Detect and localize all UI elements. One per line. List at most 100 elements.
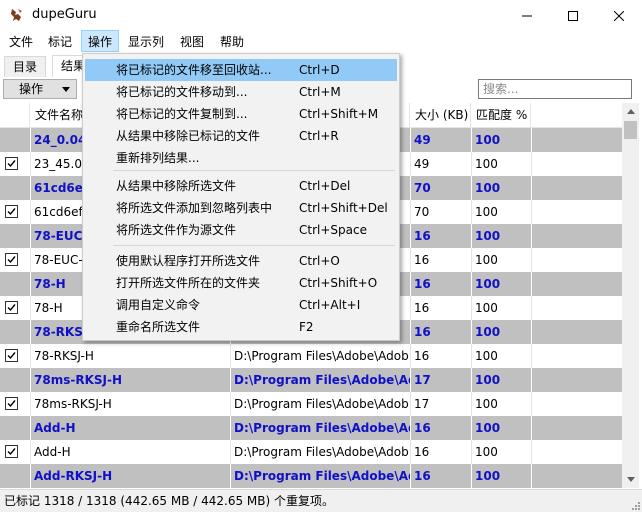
menu-item-1-1[interactable]: 将所选文件添加到忽略列表中 Ctrl+Shift+Del <box>85 197 397 219</box>
maximize-button[interactable] <box>550 0 596 31</box>
menu-item-shortcut: Ctrl+Shift+M <box>299 107 379 121</box>
menu-item-0-4[interactable]: 重新排列结果... <box>85 147 397 169</box>
row-checkbox[interactable] <box>5 397 18 410</box>
menu-item-0-3[interactable]: 从结果中移除已标记的文件 Ctrl+R <box>85 125 397 147</box>
column-divider <box>30 128 31 152</box>
menu-item-1-2[interactable]: 将所选文件作为源文件 Ctrl+Space <box>85 219 397 241</box>
column-divider <box>410 272 411 296</box>
column-divider <box>30 272 31 296</box>
table-row-reference[interactable]: Add-H D:\Program Files\Adobe\Ado... 16 100 <box>0 416 622 440</box>
cell-size: 70 <box>414 205 430 219</box>
cell-match: 100 <box>475 181 501 195</box>
menu-mark[interactable]: 标记 <box>42 31 78 53</box>
menu-item-label: 将已标记的文件移动到... <box>116 85 248 99</box>
column-divider <box>230 368 231 392</box>
cell-size: 16 <box>414 349 430 363</box>
cell-match: 100 <box>475 277 501 291</box>
table-row[interactable]: 78-RKSJ-H D:\Program Files\Adobe\Adob... 1… <box>0 344 622 368</box>
column-divider <box>471 416 472 440</box>
table-row[interactable]: Add-H D:\Program Files\Adobe\Adob... 16 100 <box>0 440 622 464</box>
row-checkbox[interactable] <box>5 301 18 314</box>
search-input[interactable]: 搜索... <box>478 79 632 99</box>
column-divider <box>531 128 532 152</box>
menu-item-shortcut: Ctrl+D <box>299 63 340 77</box>
menu-item-1-0[interactable]: 从结果中移除所选文件 Ctrl+Del <box>85 175 397 197</box>
menu-item-0-1[interactable]: 将已标记的文件移动到... Ctrl+M <box>85 81 397 103</box>
menu-item-label: 使用默认程序打开所选文件 <box>116 254 261 268</box>
actions-menu: 将已标记的文件移至回收站... Ctrl+D 将已标记的文件移动到... Ctrl+M… <box>82 53 400 341</box>
row-checkbox[interactable] <box>5 349 18 362</box>
column-divider <box>410 464 411 488</box>
actions-dropdown-button[interactable]: 操作 <box>3 79 77 99</box>
menu-item-label: 从结果中移除所选文件 <box>116 179 237 193</box>
cell-match: 100 <box>475 157 498 171</box>
column-divider <box>471 440 472 464</box>
minimize-button[interactable] <box>504 0 550 31</box>
menu-item-0-2[interactable]: 将已标记的文件复制到... Ctrl+Shift+M <box>85 103 397 125</box>
scrollbar-thumb[interactable] <box>624 121 637 139</box>
column-divider <box>30 440 31 464</box>
cell-size: 16 <box>414 253 430 267</box>
cell-size: 16 <box>414 445 430 459</box>
header-checkbox-col <box>0 103 30 127</box>
size-grip-icon[interactable] <box>630 500 640 510</box>
row-checkbox[interactable] <box>5 445 18 458</box>
column-divider <box>531 272 532 296</box>
tab-directories[interactable]: 目录 <box>4 56 47 77</box>
cell-match: 100 <box>475 397 498 411</box>
menu-item-shortcut: Ctrl+Del <box>299 179 351 193</box>
column-divider <box>531 152 532 176</box>
menu-bar: 文件 标记 操作 显示列 视图 帮助 <box>0 30 642 53</box>
menu-actions[interactable]: 操作 <box>81 30 120 52</box>
column-divider <box>30 176 31 200</box>
cell-match: 100 <box>475 469 501 483</box>
column-divider <box>471 272 472 296</box>
menu-help[interactable]: 帮助 <box>214 31 250 53</box>
menu-item-2-3[interactable]: 重命名所选文件 F2 <box>85 316 397 338</box>
cell-size: 16 <box>414 301 430 315</box>
menu-item-2-2[interactable]: 调用自定义命令 Ctrl+Alt+I <box>85 294 397 316</box>
cell-size: 16 <box>414 325 431 339</box>
column-divider <box>531 200 532 224</box>
close-button[interactable] <box>596 0 642 31</box>
status-bar: 已标记 1318 / 1318 (442.65 MB / 442.65 MB) … <box>0 489 642 512</box>
menu-item-shortcut: Ctrl+Shift+O <box>299 276 378 290</box>
scroll-up-icon[interactable] <box>622 103 639 120</box>
column-divider <box>531 296 532 320</box>
cell-filename: 78-RKSJ-H <box>34 349 94 363</box>
column-divider <box>471 152 472 176</box>
row-checkbox[interactable] <box>5 205 18 218</box>
cell-match: 100 <box>475 349 498 363</box>
cell-filename: 78ms-RKSJ-H <box>34 373 122 387</box>
actions-button-label: 操作 <box>19 82 44 96</box>
menu-item-shortcut: Ctrl+Alt+I <box>299 298 361 312</box>
scroll-down-icon[interactable] <box>622 471 639 488</box>
column-divider <box>471 200 472 224</box>
cell-match: 100 <box>475 229 501 243</box>
column-divider <box>531 440 532 464</box>
close-icon <box>614 10 624 21</box>
column-divider <box>410 128 411 152</box>
column-divider <box>30 344 31 368</box>
menu-view[interactable]: 视图 <box>174 31 210 53</box>
header-match[interactable]: 匹配度 % <box>471 103 531 127</box>
table-row-reference[interactable]: Add-RKSJ-H D:\Program Files\Adobe\Ado... 1… <box>0 464 622 488</box>
table-row-reference[interactable]: 78ms-RKSJ-H D:\Program Files\Adobe\Ado...… <box>0 368 622 392</box>
cell-folder: D:\Program Files\Adobe\Adob... <box>234 445 410 459</box>
header-size[interactable]: 大小 (KB) <box>410 103 471 127</box>
menu-item-0-0[interactable]: 将已标记的文件移至回收站... Ctrl+D <box>85 59 397 81</box>
column-divider <box>30 464 31 488</box>
menu-item-2-1[interactable]: 打开所选文件所在的文件夹 Ctrl+Shift+O <box>85 272 397 294</box>
menu-item-2-0[interactable]: 使用默认程序打开所选文件 Ctrl+O <box>85 250 397 272</box>
row-checkbox[interactable] <box>5 253 18 266</box>
column-divider <box>471 176 472 200</box>
cell-match: 100 <box>475 301 498 315</box>
column-divider <box>410 440 411 464</box>
column-divider <box>531 224 532 248</box>
menu-file[interactable]: 文件 <box>3 31 39 53</box>
vertical-scrollbar[interactable] <box>622 103 639 488</box>
row-checkbox[interactable] <box>5 157 18 170</box>
menu-columns[interactable]: 显示列 <box>122 31 170 53</box>
menu-item-shortcut: Ctrl+R <box>299 129 339 143</box>
table-row[interactable]: 78ms-RKSJ-H D:\Program Files\Adobe\Adob..… <box>0 392 622 416</box>
